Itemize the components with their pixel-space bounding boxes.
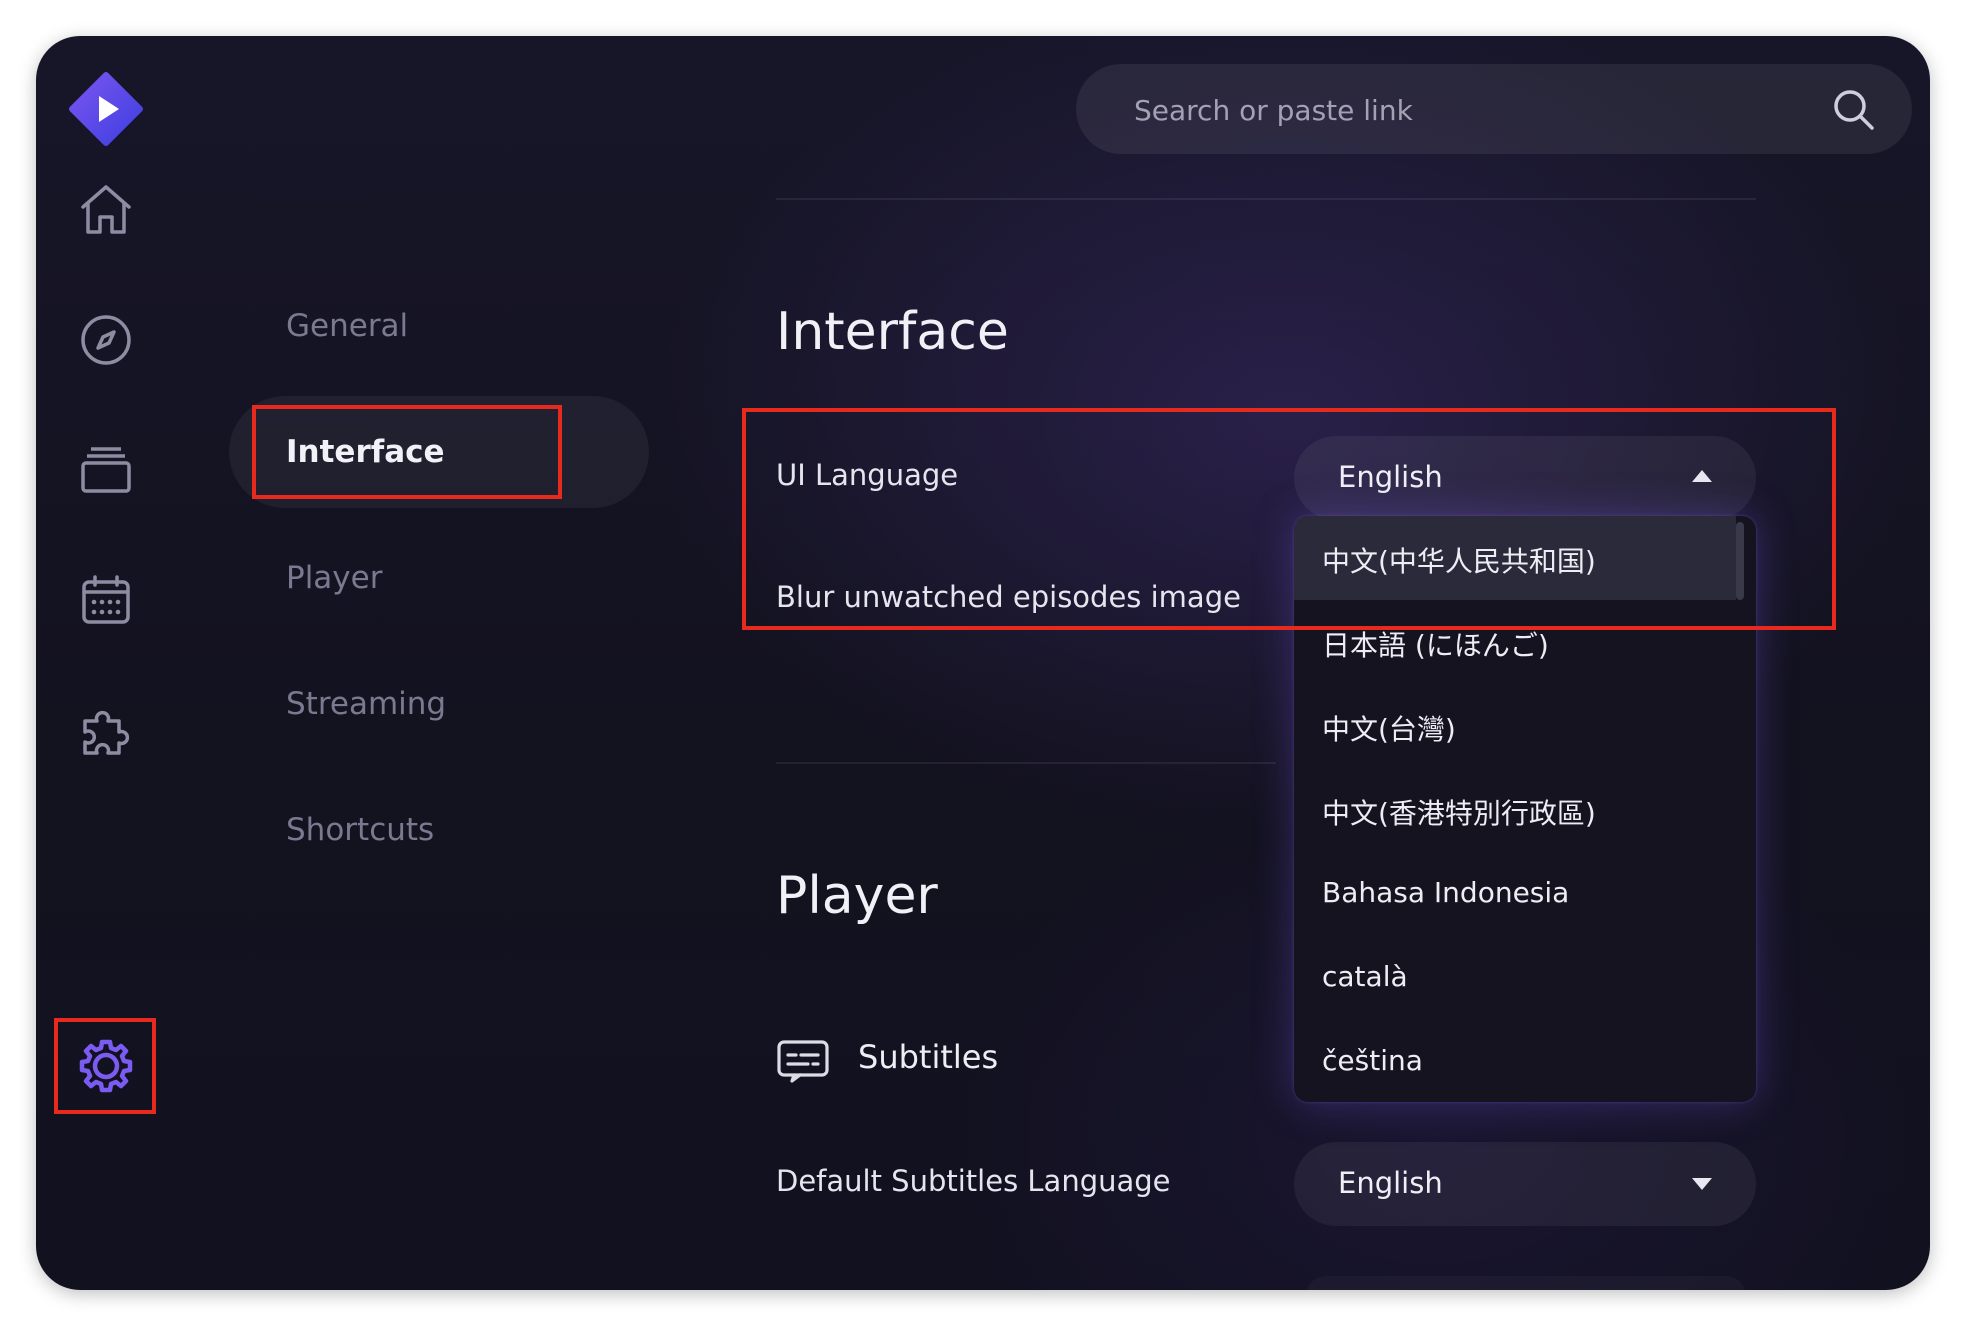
menu-item-ca[interactable]: català xyxy=(1294,936,1736,1020)
settings-highlight-box xyxy=(54,1018,156,1114)
library-icon[interactable] xyxy=(66,430,146,510)
search-bar[interactable] xyxy=(1076,64,1912,156)
home-icon[interactable] xyxy=(66,170,146,250)
category-streaming[interactable]: Streaming xyxy=(286,686,446,722)
interface-section-title: Interface xyxy=(776,302,1009,362)
app-logo[interactable] xyxy=(69,72,143,146)
category-general[interactable]: General xyxy=(286,308,408,344)
calendar-icon[interactable] xyxy=(66,560,146,640)
divider xyxy=(776,762,1276,764)
category-interface[interactable]: Interface xyxy=(286,434,445,470)
puzzle-icon[interactable] xyxy=(66,690,146,770)
ui-language-value: English xyxy=(1338,460,1443,494)
app-window: General Interface Player Streaming Short… xyxy=(36,36,1930,1290)
blur-episodes-label: Blur unwatched episodes image xyxy=(776,580,1241,614)
caret-up-icon xyxy=(1692,470,1712,482)
menu-item-id[interactable]: Bahasa Indonesia xyxy=(1294,852,1736,936)
language-menu[interactable]: 中文(中华人民共和国) 日本語 (にほんご) 中文(台灣) 中文(香港特別行政區… xyxy=(1294,516,1756,1102)
menu-item-zh-cn[interactable]: 中文(中华人民共和国) xyxy=(1294,516,1736,600)
player-section-title: Player xyxy=(776,866,938,926)
menu-item-zh-hk[interactable]: 中文(香港特別行政區) xyxy=(1294,768,1736,852)
caret-down-icon xyxy=(1692,1178,1712,1190)
divider xyxy=(776,198,1756,200)
ui-language-label: UI Language xyxy=(776,458,959,492)
default-subtitles-value: English xyxy=(1338,1166,1443,1200)
menu-item-cs[interactable]: čeština xyxy=(1294,1020,1736,1102)
category-player[interactable]: Player xyxy=(286,560,382,596)
search-icon[interactable] xyxy=(1830,86,1876,132)
menu-item-zh-tw[interactable]: 中文(台灣) xyxy=(1294,684,1736,768)
compass-icon[interactable] xyxy=(66,300,146,380)
category-shortcuts[interactable]: Shortcuts xyxy=(286,812,434,848)
ui-language-dropdown[interactable]: English xyxy=(1294,436,1756,520)
default-subtitles-label: Default Subtitles Language xyxy=(776,1164,1171,1198)
next-dropdown-partial xyxy=(1306,1276,1746,1290)
menu-scrollbar[interactable] xyxy=(1736,522,1744,600)
search-input[interactable] xyxy=(1132,64,1776,156)
subtitles-icon xyxy=(777,1040,829,1083)
default-subtitles-dropdown[interactable]: English xyxy=(1294,1142,1756,1226)
menu-item-ja[interactable]: 日本語 (にほんご) xyxy=(1294,600,1736,684)
subtitles-heading: Subtitles xyxy=(858,1038,999,1076)
